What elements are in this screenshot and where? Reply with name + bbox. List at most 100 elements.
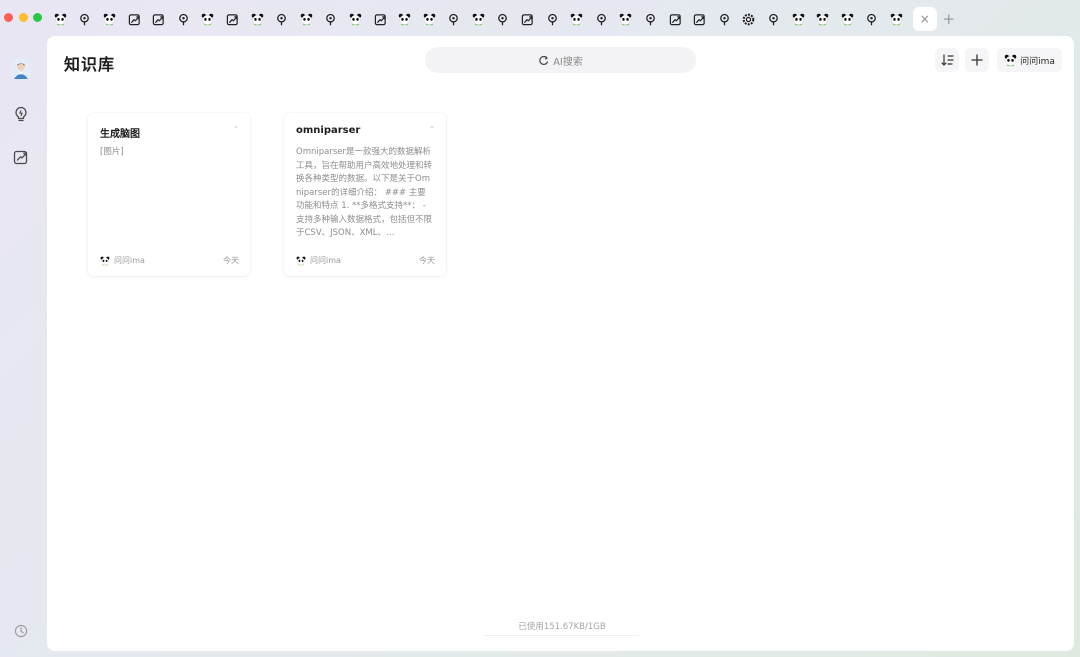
- browser-tab[interactable]: [220, 8, 245, 30]
- browser-tab[interactable]: [564, 8, 589, 30]
- panda-icon: [619, 13, 632, 26]
- knowledge-card[interactable]: 生成脑图 ·· [图片] 问问ima 今天: [88, 113, 250, 276]
- browser-tab[interactable]: [860, 8, 885, 30]
- more-options-icon[interactable]: ··: [234, 123, 238, 132]
- lightbulb-icon: [546, 13, 559, 26]
- panda-icon: [570, 13, 583, 26]
- browser-tab[interactable]: [540, 8, 565, 30]
- edit-square-icon: [128, 13, 141, 26]
- more-options-icon[interactable]: ··: [430, 123, 434, 132]
- browser-tab[interactable]: [712, 8, 737, 30]
- left-sidebar: [0, 36, 46, 657]
- panda-icon: [349, 13, 362, 26]
- panda-icon: [423, 13, 436, 26]
- plus-icon: +: [942, 10, 956, 28]
- browser-tab[interactable]: [663, 8, 688, 30]
- browser-tab[interactable]: [73, 8, 98, 30]
- panda-icon: [841, 13, 854, 26]
- lightbulb-icon: [718, 13, 731, 26]
- browser-tab[interactable]: [319, 8, 344, 30]
- lightbulb-icon: [177, 13, 190, 26]
- browser-tab[interactable]: [786, 8, 811, 30]
- browser-tab[interactable]: [294, 8, 319, 30]
- close-window-button[interactable]: [4, 13, 13, 22]
- ask-ima-button[interactable]: 问问ima: [997, 48, 1062, 72]
- card-snippet: Omniparser是一款强大的数据解析工具，旨在帮助用户高效地处理和转换各种类…: [296, 147, 433, 238]
- panda-icon: [472, 13, 485, 26]
- lightbulb-icon: [275, 13, 288, 26]
- browser-tab[interactable]: [466, 8, 491, 30]
- browser-tab[interactable]: [97, 8, 122, 30]
- edit-square-icon[interactable]: [12, 148, 30, 166]
- panda-icon: [300, 13, 313, 26]
- browser-tab[interactable]: [245, 8, 270, 30]
- lightbulb-icon: [767, 13, 780, 26]
- browser-tab[interactable]: [835, 8, 860, 30]
- browser-tab[interactable]: [196, 8, 221, 30]
- main-panel: 知识库 AI搜索 问问ima 生成脑图 ·· [图片] 问问ima 今天 omn…: [47, 36, 1074, 651]
- close-tab-icon[interactable]: ×: [920, 12, 930, 26]
- browser-tab[interactable]: [368, 8, 393, 30]
- browser-tab[interactable]: [417, 8, 442, 30]
- panda-icon: [816, 13, 829, 26]
- browser-tab[interactable]: [761, 8, 786, 30]
- tab-strip: × +: [48, 7, 961, 31]
- browser-tab[interactable]: [171, 8, 196, 30]
- lightbulb-icon: [865, 13, 878, 26]
- settings-icon: [742, 13, 755, 26]
- panda-icon: [792, 13, 805, 26]
- card-title: omniparser: [296, 125, 361, 136]
- storage-usage: 已使用151.67KB/1GB: [485, 620, 639, 636]
- edit-square-icon: [693, 13, 706, 26]
- lightbulb-icon[interactable]: [12, 105, 30, 123]
- edit-square-icon: [669, 13, 682, 26]
- browser-tab[interactable]: [442, 8, 467, 30]
- knowledge-card[interactable]: omniparser ·· Omniparser是一款强大的数据解析工具，旨在帮…: [284, 113, 446, 276]
- browser-tab[interactable]: [392, 8, 417, 30]
- window-titlebar: × +: [0, 0, 1080, 36]
- panda-icon: [54, 13, 67, 26]
- panda-icon: [103, 13, 116, 26]
- card-date: 今天: [223, 256, 239, 265]
- add-button[interactable]: [965, 48, 989, 72]
- card-source: 问问ima: [100, 255, 145, 266]
- card-source-label: 问问ima: [310, 256, 341, 265]
- browser-tab[interactable]: [146, 8, 171, 30]
- search-placeholder: AI搜索: [553, 56, 583, 68]
- browser-tab[interactable]: [491, 8, 516, 30]
- lightbulb-icon: [78, 13, 91, 26]
- browser-tab[interactable]: [810, 8, 835, 30]
- minimize-window-button[interactable]: [19, 13, 28, 22]
- browser-tab[interactable]: [687, 8, 712, 30]
- browser-tab[interactable]: [269, 8, 294, 30]
- card-source: 问问ima: [296, 255, 341, 266]
- sort-icon: [940, 54, 954, 66]
- active-tab[interactable]: ×: [912, 7, 937, 31]
- card-title: 生成脑图: [100, 129, 140, 140]
- browser-tab[interactable]: [638, 8, 663, 30]
- history-icon[interactable]: [12, 622, 30, 640]
- card-snippet: [图片]: [100, 147, 124, 157]
- page-title: 知识库: [64, 55, 116, 74]
- panda-icon: [201, 13, 214, 26]
- edit-square-icon: [226, 13, 239, 26]
- search-icon: [539, 55, 549, 65]
- zoom-window-button[interactable]: [33, 13, 42, 22]
- panda-icon: [251, 13, 264, 26]
- browser-tab[interactable]: [515, 8, 540, 30]
- browser-tab[interactable]: [884, 8, 909, 30]
- browser-tab[interactable]: [343, 8, 368, 30]
- browser-tab[interactable]: [48, 8, 73, 30]
- browser-tab[interactable]: [614, 8, 639, 30]
- lightbulb-icon: [496, 13, 509, 26]
- edit-square-icon: [152, 13, 165, 26]
- panda-icon: [890, 13, 903, 26]
- browser-tab[interactable]: [737, 8, 762, 30]
- sort-button[interactable]: [935, 48, 959, 72]
- browser-tab[interactable]: [122, 8, 147, 30]
- new-tab-button[interactable]: +: [937, 8, 961, 30]
- user-avatar[interactable]: [11, 59, 31, 79]
- browser-tab[interactable]: [589, 8, 614, 30]
- search-input[interactable]: AI搜索: [425, 47, 696, 73]
- lightbulb-icon: [644, 13, 657, 26]
